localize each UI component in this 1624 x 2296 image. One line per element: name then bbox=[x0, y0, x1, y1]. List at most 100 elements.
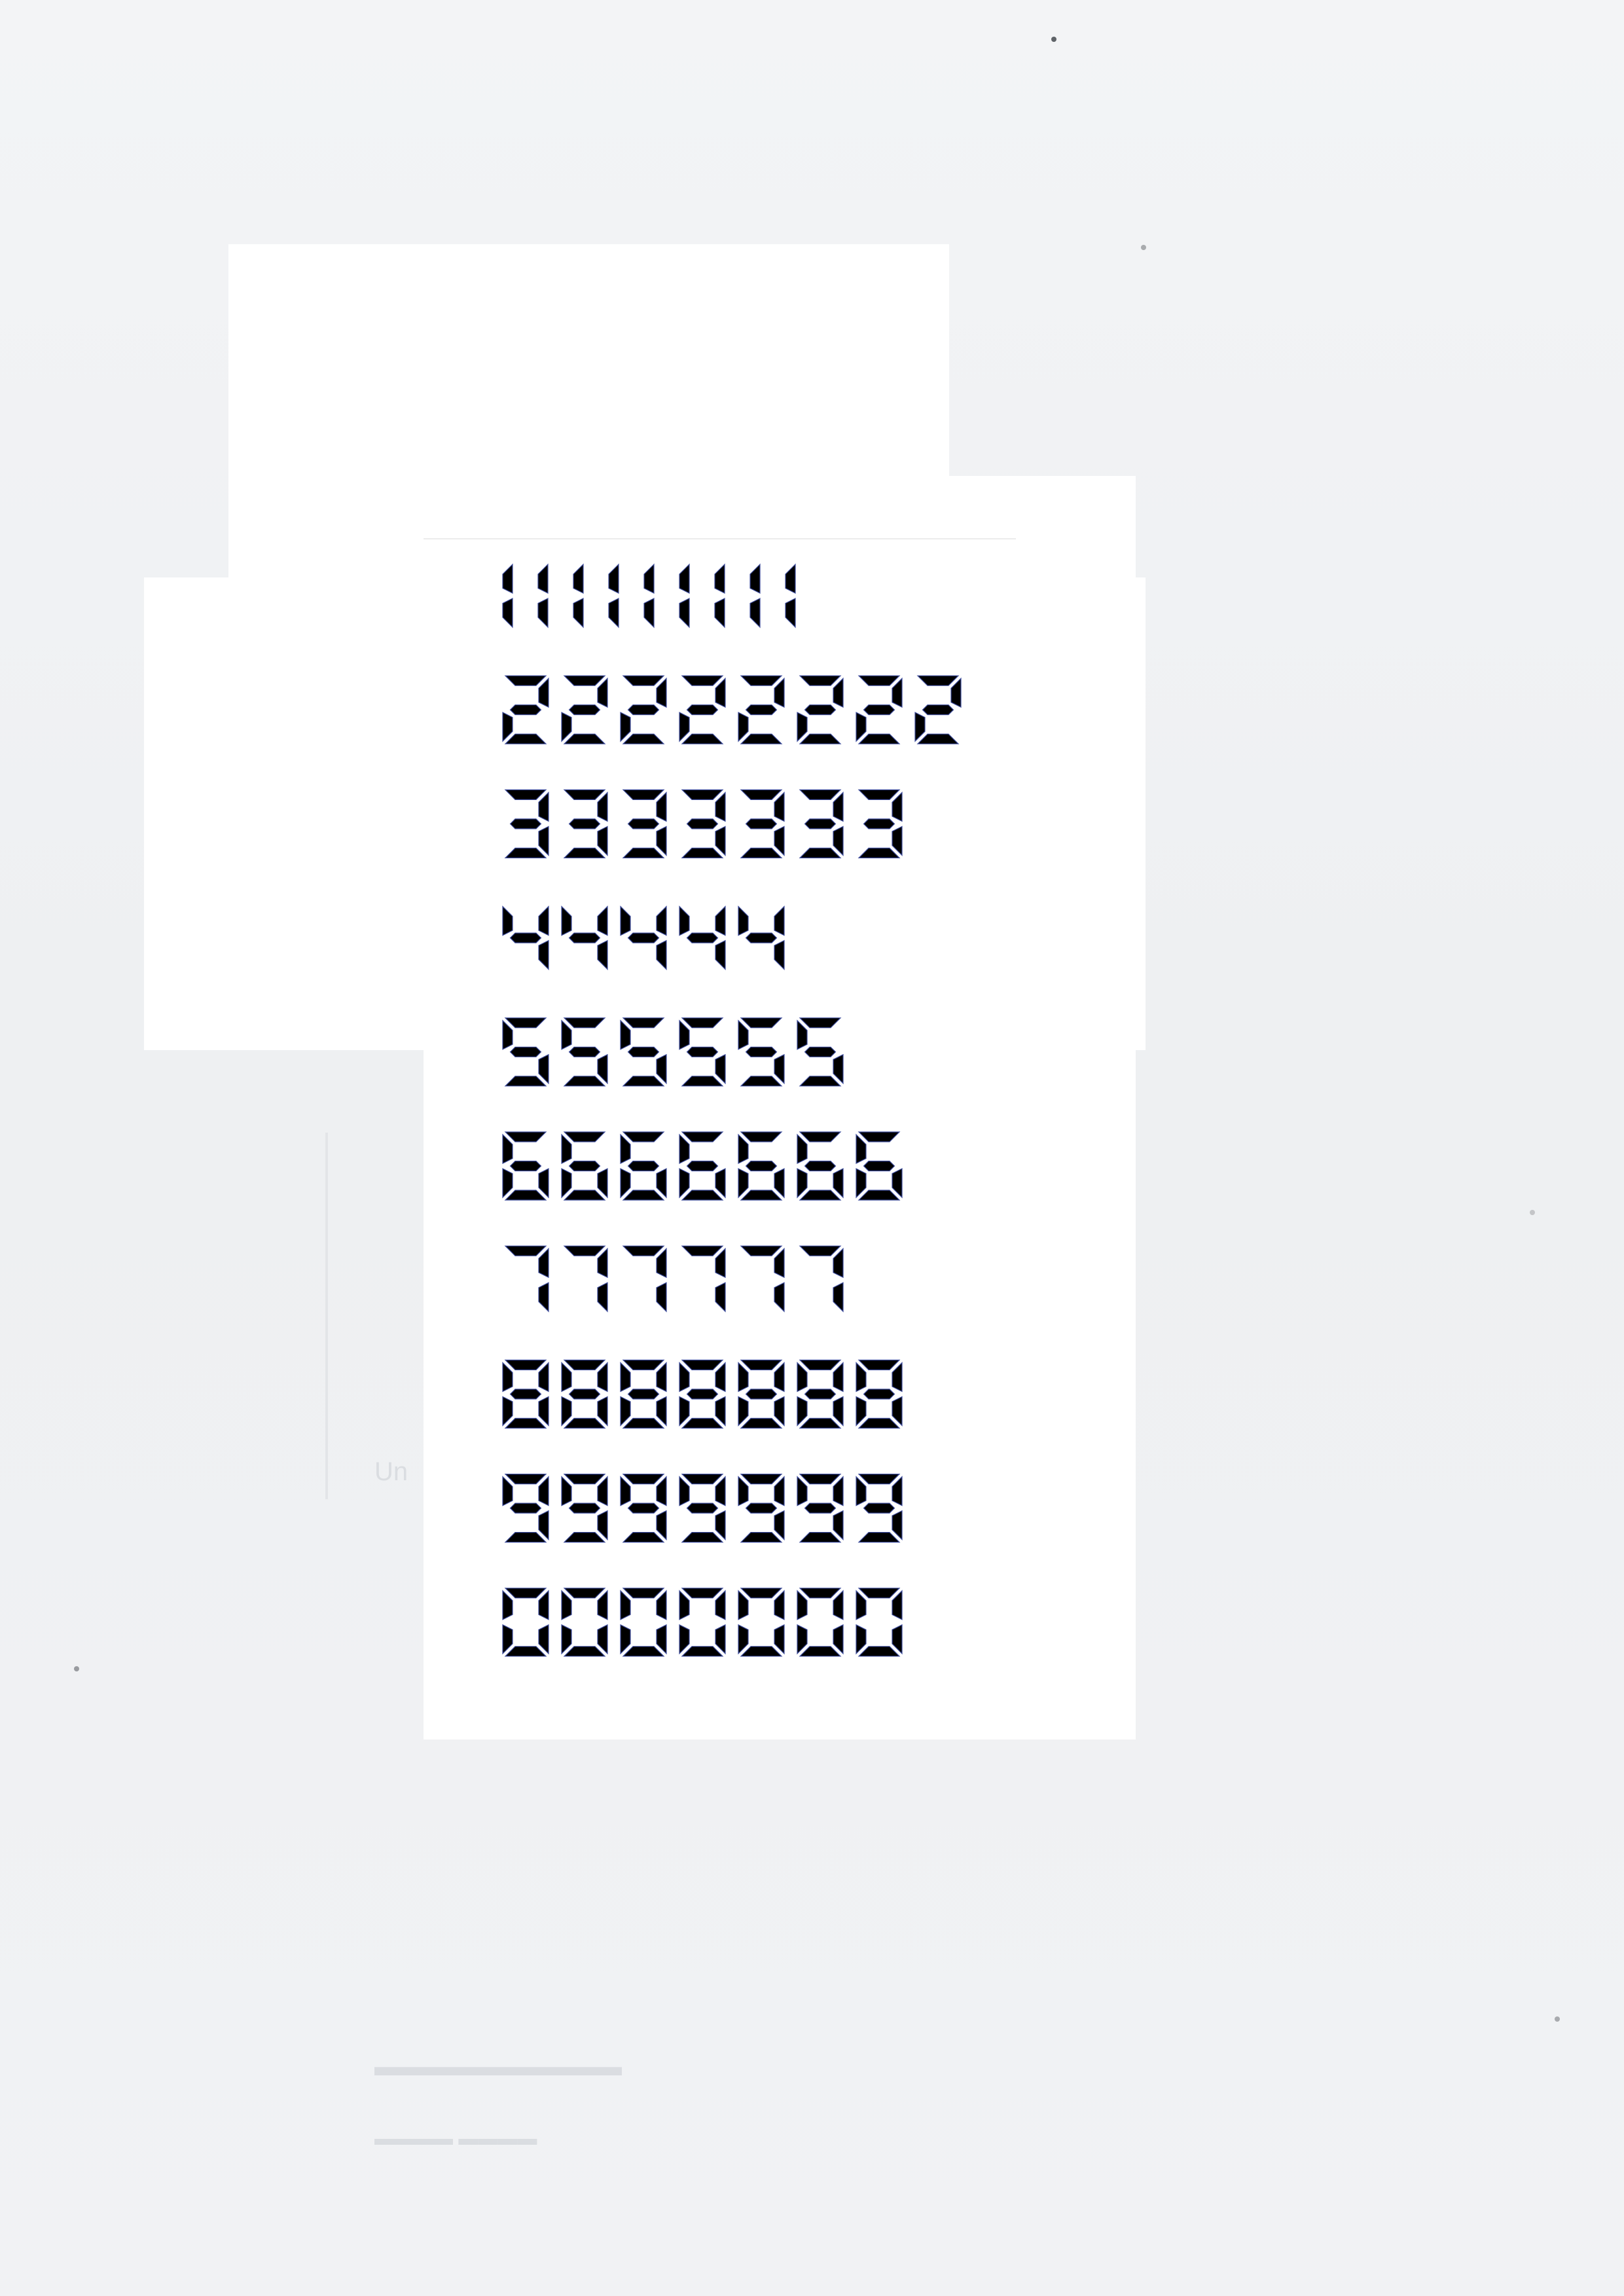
segment-g bbox=[745, 1046, 778, 1057]
seven-segment-digit bbox=[504, 1245, 549, 1313]
segment-f bbox=[620, 905, 631, 936]
segment-c bbox=[833, 1053, 844, 1085]
segment-b bbox=[597, 791, 608, 822]
segment-g bbox=[686, 1389, 719, 1400]
seven-segment-digit bbox=[502, 1131, 549, 1201]
segment-c bbox=[774, 1624, 785, 1655]
digit-row-3 bbox=[504, 789, 903, 859]
seven-segment-digit bbox=[504, 789, 549, 859]
seven-segment-digit bbox=[561, 905, 608, 971]
seven-segment-digit bbox=[799, 789, 844, 859]
seven-segment-digit bbox=[738, 905, 785, 971]
segment-f bbox=[797, 1476, 808, 1506]
segment-c bbox=[715, 1053, 726, 1085]
segment-b bbox=[715, 677, 726, 708]
segment-a bbox=[799, 1131, 842, 1142]
segment-c bbox=[715, 1624, 726, 1655]
digit-row-9 bbox=[502, 1474, 903, 1543]
segment-a bbox=[799, 789, 842, 801]
seven-segment-digit bbox=[738, 1131, 785, 1201]
segment-f bbox=[502, 1476, 513, 1506]
segment-g bbox=[509, 1389, 542, 1400]
segment-b bbox=[573, 563, 584, 594]
seven-segment-digit bbox=[856, 1588, 903, 1657]
segment-f bbox=[561, 1476, 572, 1506]
segment-f bbox=[679, 1019, 690, 1050]
segment-e bbox=[620, 1624, 631, 1655]
segment-d bbox=[799, 847, 842, 859]
segment-c bbox=[597, 826, 608, 856]
segment-a bbox=[740, 1588, 783, 1599]
segment-a bbox=[740, 675, 783, 686]
segment-g bbox=[922, 704, 954, 716]
segment-d bbox=[740, 1076, 783, 1087]
segment-c bbox=[892, 1396, 903, 1427]
seven-segment-digit bbox=[502, 905, 549, 971]
segment-f bbox=[856, 1476, 867, 1506]
segment-g bbox=[568, 1160, 601, 1172]
seven-segment-digit bbox=[738, 1359, 785, 1429]
seven-segment-digit bbox=[797, 675, 844, 744]
digit-row-6 bbox=[502, 1131, 903, 1201]
segment-e bbox=[620, 712, 631, 742]
segment-d bbox=[681, 733, 724, 744]
segment-a bbox=[622, 1131, 665, 1142]
segment-b bbox=[833, 1476, 844, 1506]
segment-f bbox=[738, 905, 749, 936]
segment-d bbox=[622, 847, 665, 859]
segment-f bbox=[797, 1590, 808, 1620]
segment-d bbox=[681, 1646, 724, 1657]
segment-a bbox=[504, 1131, 547, 1142]
segment-d bbox=[563, 733, 606, 744]
segment-g bbox=[745, 1160, 778, 1172]
segment-e bbox=[797, 1396, 808, 1427]
segment-b bbox=[597, 1361, 608, 1393]
segment-g bbox=[509, 1046, 542, 1057]
segment-f bbox=[856, 1590, 867, 1620]
segment-g bbox=[686, 1503, 719, 1514]
seven-segment-digit bbox=[620, 905, 667, 971]
segment-a bbox=[622, 789, 665, 801]
segment-c bbox=[833, 1510, 844, 1541]
segment-f bbox=[620, 1019, 631, 1050]
segment-c bbox=[774, 1396, 785, 1427]
segment-g bbox=[686, 1160, 719, 1172]
seven-segment-digits bbox=[502, 563, 962, 1657]
segment-b bbox=[892, 791, 903, 822]
segment-g bbox=[745, 932, 778, 943]
segment-b bbox=[538, 1590, 549, 1620]
segment-b bbox=[656, 1590, 667, 1620]
segment-g bbox=[627, 1389, 660, 1400]
seven-segment-digit bbox=[502, 675, 549, 744]
segment-g bbox=[568, 1503, 601, 1514]
segment-b bbox=[774, 677, 785, 708]
segment-g bbox=[568, 818, 601, 829]
segment-c bbox=[774, 1053, 785, 1085]
segment-a bbox=[799, 675, 842, 686]
segment-c bbox=[679, 598, 690, 629]
segment-g bbox=[627, 704, 660, 716]
segment-c bbox=[502, 598, 513, 629]
seven-segment-digit bbox=[856, 1359, 903, 1429]
segment-e bbox=[914, 712, 926, 742]
segment-c bbox=[774, 1168, 785, 1199]
segment-a bbox=[681, 1588, 724, 1599]
segment-a bbox=[681, 1245, 724, 1256]
segment-a bbox=[504, 789, 547, 801]
segment-b bbox=[833, 677, 844, 708]
seven-segment-digit bbox=[799, 1245, 844, 1313]
segment-b bbox=[597, 905, 608, 936]
seven-segment-digit bbox=[561, 1131, 608, 1201]
segment-f bbox=[561, 905, 572, 936]
segment-b bbox=[538, 1476, 549, 1506]
segment-d bbox=[799, 1532, 842, 1543]
segment-c bbox=[538, 826, 549, 856]
segment-a bbox=[563, 789, 606, 801]
segment-b bbox=[538, 1361, 549, 1393]
segment-a bbox=[622, 1017, 665, 1029]
segment-b bbox=[833, 1590, 844, 1620]
segment-c bbox=[597, 1510, 608, 1541]
segment-d bbox=[622, 1532, 665, 1543]
segment-d bbox=[504, 1190, 547, 1201]
seven-segment-digit bbox=[679, 675, 726, 744]
